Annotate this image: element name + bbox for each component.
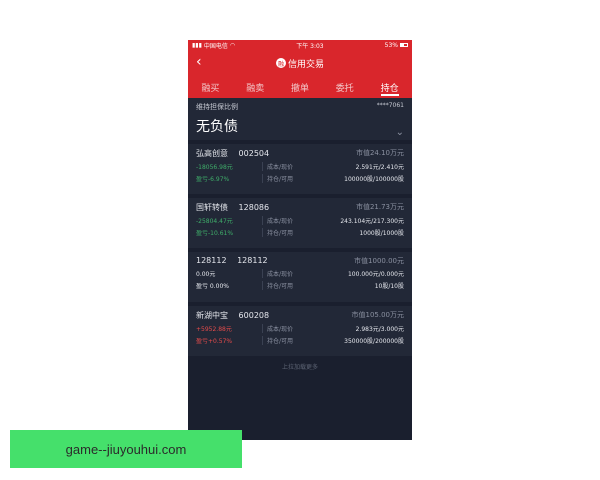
hold-value: 1000股/1000股 <box>359 230 404 237</box>
market-value: 市值21.73万元 <box>355 203 404 211</box>
cost-value: 2.983元/3.000元 <box>355 326 404 333</box>
hold-value: 100000股/100000股 <box>344 176 404 183</box>
divider <box>262 269 263 278</box>
pl-amount: -18056.98元 <box>196 164 233 171</box>
pl-percent: 盈亏-10.61% <box>196 230 234 237</box>
signal-icon: ▮▮▮ <box>192 41 202 49</box>
pl-amount: 0.00元 <box>196 271 216 278</box>
load-more-hint: 上拉加载更多 <box>281 364 318 371</box>
cost-label: 成本/现价 <box>267 164 294 171</box>
tab-bar: 融买 融卖 撤单 委托 持仓 <box>188 76 412 98</box>
hold-label: 持仓/可用 <box>267 176 294 183</box>
summary-panel[interactable]: 维持担保比例 ****7061 无负债 ⌄ <box>188 98 412 140</box>
tab-margin-sell[interactable]: 融卖 <box>233 76 278 98</box>
cost-value: 243.104元/217.300元 <box>340 218 404 225</box>
status-right: 53% <box>385 42 408 49</box>
wifi-icon: ◠ <box>229 41 236 49</box>
stock-name: 国轩转债 <box>196 203 228 212</box>
page-title-text: 信用交易 <box>287 59 324 70</box>
stock-code: 128112 <box>237 256 268 265</box>
nav-bar: ‹ 融 信用交易 <box>188 50 412 76</box>
cost-label: 成本/现价 <box>267 271 294 278</box>
stock-code: 600208 <box>238 311 270 320</box>
status-left: ▮▮▮ 中国电信 ◠ <box>192 41 235 50</box>
cost-value: 100.000元/0.000元 <box>347 271 404 278</box>
position-row[interactable]: 新湖中宝 600208 市值105.00万元 +5952.88元 成本/现价 2… <box>188 306 412 356</box>
hold-label: 持仓/可用 <box>267 338 294 345</box>
divider <box>262 324 263 333</box>
hold-label: 持仓/可用 <box>267 230 294 237</box>
time-label: 下午 3:03 <box>296 42 324 50</box>
credit-badge-icon: 融 <box>275 58 286 68</box>
stock-code: 128086 <box>238 203 270 212</box>
status-bar: ▮▮▮ 中国电信 ◠ 下午 3:03 53% <box>188 40 412 50</box>
divider <box>262 216 263 225</box>
divider <box>262 228 263 237</box>
market-value: 市值24.10万元 <box>355 149 404 157</box>
hold-label: 持仓/可用 <box>267 283 294 290</box>
position-row[interactable]: 国轩转债 128086 市值21.73万元 -25804.47元 成本/现价 2… <box>188 198 412 248</box>
tab-cancel-order[interactable]: 撤单 <box>278 76 323 98</box>
market-value: 市值1000.00元 <box>354 257 404 265</box>
cost-value: 2.591元/2.410元 <box>355 164 404 171</box>
page-title: 融 信用交易 <box>275 57 324 70</box>
tab-positions[interactable]: 持仓 <box>367 76 412 98</box>
carrier-label: 中国电信 <box>203 42 228 50</box>
divider <box>262 162 263 171</box>
divider <box>262 174 263 183</box>
pl-percent: 盈亏-6.97% <box>196 176 230 183</box>
hold-value: 350000股/200000股 <box>344 338 404 345</box>
stock-name: 弘高创意 <box>196 149 228 158</box>
pl-percent: 盈亏+0.57% <box>196 338 233 345</box>
divider <box>262 281 263 290</box>
position-row[interactable]: 弘高创意 002504 市值24.10万元 -18056.98元 成本/现价 2… <box>188 144 412 194</box>
divider <box>262 336 263 345</box>
tab-margin-buy[interactable]: 融买 <box>188 76 233 98</box>
cost-label: 成本/现价 <box>267 218 294 225</box>
market-value: 市值105.00万元 <box>351 311 405 319</box>
phone-screen: ▮▮▮ 中国电信 ◠ 下午 3:03 53% ‹ 融 信用交易 融买 融卖 撤单… <box>188 40 412 440</box>
hold-value: 10股/10股 <box>374 283 404 290</box>
stock-name: 新湖中宝 <box>196 311 228 320</box>
pl-percent: 盈亏 0.00% <box>196 283 229 290</box>
stock-code: 002504 <box>238 149 270 158</box>
summary-value: 无负债 <box>196 119 238 135</box>
pl-amount: +5952.88元 <box>196 326 232 333</box>
cost-label: 成本/现价 <box>267 326 294 333</box>
position-row[interactable]: 128112 128112 市值1000.00元 0.00元 成本/现价 100… <box>188 252 412 302</box>
pl-amount: -25804.47元 <box>196 218 233 225</box>
watermark-banner: game--jiuyouhui.com <box>10 430 242 468</box>
stock-name: 128112 <box>196 256 227 265</box>
tab-orders[interactable]: 委托 <box>322 76 367 98</box>
battery-icon <box>400 43 408 47</box>
back-icon[interactable]: ‹ <box>196 54 202 70</box>
summary-label: 维持担保比例 <box>196 103 238 111</box>
battery-label: 53% <box>384 41 398 49</box>
chevron-down-icon[interactable]: ⌄ <box>396 127 404 138</box>
account-number: ****7061 <box>376 102 404 109</box>
